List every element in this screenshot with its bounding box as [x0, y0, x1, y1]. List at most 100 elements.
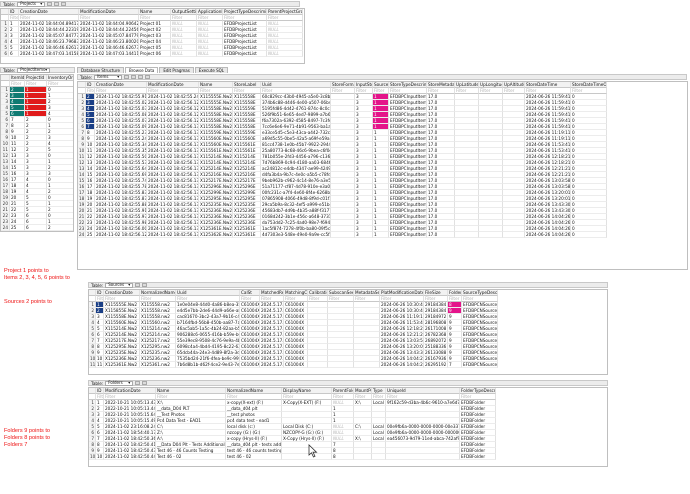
table-cell[interactable]	[331, 232, 355, 238]
table-cell[interactable]: 8	[332, 454, 354, 460]
filter-icon[interactable]	[142, 282, 148, 288]
table-cell[interactable]: 2024-11-02 18:42:50.4425853	[104, 454, 156, 460]
table-cell[interactable]: EFDBFolder	[460, 454, 496, 460]
save-icon[interactable]	[61, 1, 67, 7]
projectitems-grid[interactable]: ItemIdProjectIdInventoryOrderFilterFilte…	[0, 74, 74, 232]
table-cell[interactable]: 3	[355, 232, 373, 238]
table-label: Table:	[91, 282, 104, 288]
row-number: 24	[1, 225, 10, 231]
table-cell[interactable]: Test 46 - 02	[156, 454, 226, 460]
table-cell[interactable]: 26295192	[424, 362, 448, 368]
chevron-down-icon: ▾	[117, 74, 120, 79]
refresh-icon[interactable]	[124, 74, 130, 80]
table-cell[interactable]: X125362E.Nw2	[199, 232, 233, 238]
chevron-down-icon: ▾	[128, 282, 131, 287]
table-row[interactable]: 6 6 2024-11-02 18:47:03.1415888 2024-11-02 …	[1, 51, 304, 57]
table-row[interactable]: 11 11 X125361E.Nw2 X125361.nw2 7b6d8b1b-d62f…	[89, 362, 607, 368]
table-select-value: Sources	[108, 282, 125, 287]
table-cell[interactable]: 6	[25, 225, 47, 231]
table-cell[interactable]: EFDBPCNSource	[462, 362, 498, 368]
table-cell[interactable]: C61004X	[240, 362, 260, 368]
refresh-icon[interactable]	[135, 282, 141, 288]
save-icon[interactable]	[138, 74, 144, 80]
table-cell[interactable]: 2024-06-26 14:04:26	[380, 362, 424, 368]
tab-execute-sql[interactable]: Execute SQL	[194, 67, 228, 73]
tab-browse-data[interactable]: Browse Data	[124, 67, 159, 73]
table-select[interactable]: Items ▾	[94, 74, 123, 80]
table-cell[interactable]: 25	[86, 232, 95, 238]
note-sources: Sources 2 points to	[4, 299, 52, 305]
table-cell[interactable]: 7	[448, 362, 462, 368]
table-cell[interactable]	[455, 232, 479, 238]
note-folders: Folders 9 points to Folders 8 points to …	[4, 428, 51, 448]
table-select-value: ProjectItems	[20, 67, 46, 72]
table-row[interactable]: 24252024-11-02 18:42:56.12746132024-11-0…	[78, 232, 687, 238]
table-label: Table:	[91, 380, 104, 386]
table-cell[interactable]: 11	[96, 362, 104, 368]
table-cell[interactable]: EFDBProjectList	[223, 51, 267, 57]
table-cell[interactable]: 17.0	[427, 232, 455, 238]
table-cell[interactable]: X125361.nw2	[140, 362, 176, 368]
table-cell[interactable]	[308, 362, 328, 368]
table-select[interactable]: Projects ▾	[17, 1, 46, 7]
table-cell[interactable]	[354, 362, 380, 368]
main-tabs: Database Structure Browse Data Edit Prag…	[77, 67, 228, 73]
table-cell[interactable]: test 46 - 02	[226, 454, 282, 460]
chevron-down-icon: ▾	[40, 1, 43, 6]
table-cell[interactable]: 2024-11-02 18:42:56.1274613	[95, 232, 147, 238]
table-label: Table:	[3, 1, 16, 7]
table-cell[interactable]: Project 06	[139, 51, 171, 57]
table-cell[interactable]: EFDBPCInputItem	[389, 232, 427, 238]
folders-grid[interactable]: ID ModificationDate Name NormalizedName Disp…	[88, 387, 608, 467]
table-cell[interactable]: NULL	[267, 51, 303, 57]
table-cell[interactable]: NULL	[171, 51, 197, 57]
table-cell[interactable]: NULL	[197, 51, 223, 57]
table-cell[interactable]	[372, 454, 386, 460]
projects-table-toolbar: Table: Projects ▾	[0, 1, 300, 7]
table-cell[interactable]: 2	[47, 225, 73, 231]
table-cell[interactable]	[503, 232, 525, 238]
filter-icon[interactable]	[142, 380, 148, 386]
sources-grid[interactable]: ID CreationDate NormalizedName Uuid CalSt Mat…	[88, 289, 608, 375]
table-select[interactable]: ProjectItems ▾	[17, 67, 51, 73]
table-cell[interactable]: 2024-11-02 18:47:03.1441198	[79, 51, 139, 57]
table-row[interactable]: 24 25 6 2	[1, 225, 73, 231]
table-cell[interactable]: 7b6d8b1b-d62f-4ce2-9e43-7e58fde9d6fb	[176, 362, 240, 368]
filter-icon[interactable]	[131, 74, 137, 80]
tab-database-structure[interactable]: Database Structure	[77, 67, 124, 73]
refresh-icon[interactable]	[135, 380, 141, 386]
table-cell[interactable]: 25	[10, 225, 25, 231]
table-cell[interactable]: 2024-06-26 14:04:26.822	[525, 232, 571, 238]
items-grid[interactable]: ID CreationDate ModificationDate Name StoreL…	[77, 81, 688, 270]
table-cell[interactable]: 2024-11-02 18:42:56.1373451	[147, 232, 199, 238]
table-cell[interactable]	[354, 454, 372, 460]
table-select-value: Folders	[108, 380, 123, 385]
table-cell[interactable]: 2024-11-02 18:47:03.1415888	[19, 51, 79, 57]
table-select-value: Projects	[20, 1, 37, 6]
table-cell[interactable]: X125361E	[233, 232, 261, 238]
table-cell[interactable]: 1	[373, 232, 389, 238]
row-number: 10	[89, 454, 96, 460]
print-icon[interactable]	[145, 74, 151, 80]
table-select[interactable]: Folders ▾	[105, 380, 134, 386]
filter-icon[interactable]	[54, 1, 60, 7]
projects-grid[interactable]: ID CreationDate ModificationDate Name Output…	[0, 8, 305, 64]
table-cell[interactable]: 4d7303e3-548e-49e0-9a9e-cc5fa603ea54	[261, 232, 331, 238]
table-cell[interactable]	[282, 454, 332, 460]
table-cell[interactable]: X125361E.Nw2	[104, 362, 140, 368]
items-table-toolbar: Table: Items ▾	[77, 74, 687, 80]
table-select[interactable]: Sources ▾	[105, 282, 134, 288]
table-cell[interactable]: 10	[96, 454, 104, 460]
note-project-items: Project 1 points to Items 2, 3, 4, 5, 6 …	[4, 268, 70, 281]
table-cell[interactable]: 0	[571, 232, 607, 238]
table-cell[interactable]	[386, 454, 460, 460]
tab-edit-pragmas[interactable]: Edit Pragmas	[159, 67, 194, 73]
table-cell[interactable]: 2024.5.17.2	[260, 362, 284, 368]
table-cell[interactable]	[479, 232, 503, 238]
table-row[interactable]: 10102024-11-02 18:42:50.4425853Test 46 -…	[89, 454, 607, 460]
refresh-icon[interactable]	[47, 1, 53, 7]
table-cell[interactable]: 6	[9, 51, 19, 57]
table-cell[interactable]: C61004X	[284, 362, 308, 368]
projectitems-table-toolbar: Table: ProjectItems ▾	[0, 67, 75, 73]
table-cell[interactable]	[328, 362, 354, 368]
